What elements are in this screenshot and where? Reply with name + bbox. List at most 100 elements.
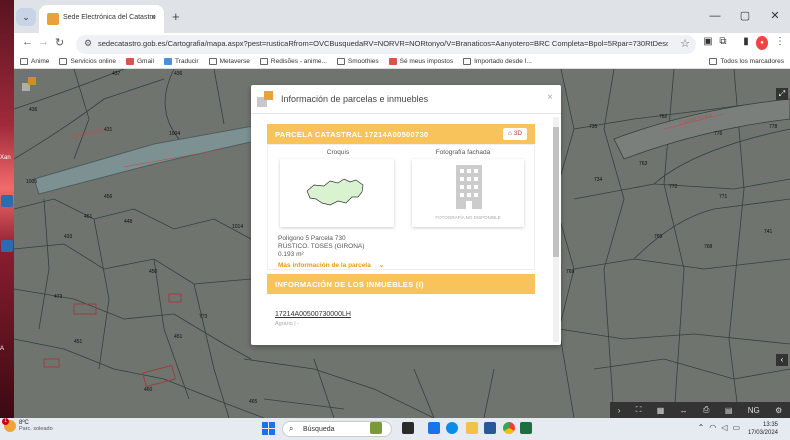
desktop-background: Xan A <box>0 0 14 418</box>
browser-window: ⌄ Sede Electrónica del Catastro × + — ▢ … <box>14 0 790 418</box>
bookmark-label: Redisões - anime... <box>270 58 327 65</box>
tab-bar: ⌄ Sede Electrónica del Catastro × + — ▢ … <box>14 0 790 33</box>
new-tab-button[interactable]: + <box>172 9 180 24</box>
taskbar-clock[interactable]: 13:35 17/03/2024 <box>748 421 778 437</box>
parcel-sketch[interactable] <box>280 159 394 227</box>
side-panel-icon[interactable]: ▮ <box>740 36 752 50</box>
desktop-label: A <box>0 346 5 352</box>
catastro-favicon-icon <box>47 13 59 25</box>
extension-icon[interactable]: ▣ <box>702 36 714 50</box>
maximize-button[interactable]: ▢ <box>730 0 760 33</box>
widget-app-icon[interactable] <box>370 422 382 434</box>
notification-badge: 1 <box>2 418 9 425</box>
bookmark-item[interactable]: Redisões - anime... <box>259 58 327 65</box>
folder-icon <box>336 58 345 65</box>
modal-body: PARCELA CATASTRAL 17214A00500730 ⌂ 3D Cr… <box>251 114 561 345</box>
folder-icon <box>208 58 217 65</box>
building-icon: ⌂ <box>507 130 512 137</box>
bookmark-item[interactable]: Smoothies <box>336 58 379 65</box>
facade-photo[interactable]: FOTOGRAFÍA NO DISPONIBLE <box>412 159 524 227</box>
fullscreen-icon[interactable]: ⤢ <box>776 88 788 100</box>
tab-title: Sede Electrónica del Catastro <box>63 14 156 21</box>
bookmark-item[interactable]: Servicios online <box>59 58 116 65</box>
map-side-toggle-icon[interactable]: ‹ <box>776 354 788 366</box>
chevron-down-icon: ⌄ <box>378 262 385 269</box>
windows-taskbar: 1 8ºC Parc. soleado ⌕ Búsqueda ⌃ ◠ ◁ ▭ 1… <box>0 418 790 440</box>
menu-dots-icon[interactable]: ⋮ <box>774 36 786 50</box>
mail-app-icon[interactable] <box>428 422 440 434</box>
fullscreen-tool-icon[interactable]: ⛶ <box>636 405 642 415</box>
bookmark-item[interactable]: Sé meus impostos <box>388 58 454 65</box>
bookmark-label: Todos los marcadores <box>720 58 784 65</box>
bookmark-star-icon[interactable]: ☆ <box>680 37 690 50</box>
excel-app-icon[interactable] <box>520 422 532 434</box>
ng-tool-button[interactable]: NG <box>748 406 760 415</box>
parcel-section-body: Croquis Fotografía fachada FOTOGRAFÍA NO… <box>267 144 535 270</box>
forward-arrow-icon[interactable]: → <box>38 36 49 48</box>
store-app-icon[interactable] <box>484 422 496 434</box>
minimize-button[interactable]: — <box>700 0 730 33</box>
bookmark-label: Metaverse <box>219 58 250 65</box>
bookmark-item[interactable]: Importado desde I... <box>463 58 532 65</box>
sketch-title: Croquis <box>326 149 350 156</box>
reload-icon[interactable]: ↻ <box>55 36 64 49</box>
clock-time: 13:35 <box>762 422 778 428</box>
legend-icon[interactable]: ▤ <box>725 406 733 415</box>
translate-icon <box>163 58 172 65</box>
start-windows-icon[interactable] <box>262 422 275 435</box>
parcel-section-header: PARCELA CATASTRAL 17214A00500730 ⌂ 3D <box>267 124 535 144</box>
bookmark-item[interactable]: Anime <box>20 58 49 65</box>
file-explorer-icon[interactable] <box>466 422 478 434</box>
parcel-shape-icon <box>306 178 364 206</box>
bookmark-label: Importado desde I... <box>474 58 532 65</box>
extensions-puzzle-icon[interactable]: ⧉ <box>717 36 729 50</box>
modal-scrollbar[interactable] <box>553 117 559 342</box>
desktop-shortcut-icon[interactable] <box>1 240 13 252</box>
estate-use: Agrario | - <box>275 321 300 327</box>
layers-icon[interactable]: ▦ <box>657 406 665 415</box>
parcel-info-modal: Información de parcelas e inmuebles × PA… <box>251 85 561 345</box>
photo-title: Fotografía fachada <box>435 149 491 156</box>
bookmark-item[interactable]: Traducir <box>163 58 199 65</box>
desktop-label: Xan <box>0 155 11 161</box>
measure-icon[interactable]: ↔ <box>680 406 688 415</box>
wifi-icon[interactable]: ◠ <box>709 423 716 432</box>
chevron-up-icon[interactable]: ⌃ <box>698 423 705 432</box>
site-info-icon[interactable]: ⚙ <box>84 38 92 49</box>
url-text[interactable]: sedecatastro.gob.es/Cartografia/mapa.asp… <box>98 39 668 48</box>
bookmark-item[interactable]: Gmail <box>125 58 154 65</box>
settings-icon[interactable]: ⚙ <box>775 406 782 415</box>
modal-header: Información de parcelas e inmuebles × <box>251 85 561 114</box>
parcel-reference-title: PARCELA CATASTRAL 17214A00500730 <box>275 130 429 139</box>
task-view-icon[interactable] <box>402 422 414 434</box>
search-icon: ⌕ <box>289 424 294 433</box>
address-bar[interactable]: ⚙ sedecatastro.gob.es/Cartografia/mapa.a… <box>76 35 696 54</box>
edge-browser-icon[interactable] <box>446 422 458 434</box>
tab-catastro[interactable]: Sede Electrónica del Catastro × <box>39 5 164 33</box>
print-icon[interactable]: ⎙ <box>703 405 709 415</box>
chrome-browser-icon[interactable] <box>503 422 515 434</box>
modal-close-icon[interactable]: × <box>547 92 553 103</box>
bookmark-label: Sé meus impostos <box>399 58 454 65</box>
scrollbar-thumb[interactable] <box>553 127 559 257</box>
window-controls: — ▢ ✕ <box>700 0 790 33</box>
desktop-shortcut-icon[interactable] <box>1 195 13 207</box>
battery-icon[interactable]: ▭ <box>732 423 740 432</box>
tab-close-icon[interactable]: × <box>151 12 156 22</box>
all-bookmarks[interactable]: Todos los marcadores <box>709 58 784 65</box>
weather-sun-icon: 1 <box>2 418 16 432</box>
estate-reference-link[interactable]: 17214A00500730000LH <box>275 311 351 318</box>
tab-search-button[interactable]: ⌄ <box>16 8 36 26</box>
folder-icon <box>20 58 28 65</box>
weather-widget[interactable]: 1 8ºC Parc. soleado <box>2 418 53 432</box>
more-parcel-info-link[interactable]: Más información de la parcela ⌄ <box>278 261 384 269</box>
view-3d-button[interactable]: ⌂ 3D <box>503 128 527 140</box>
back-arrow-icon[interactable]: ← <box>22 36 33 48</box>
close-window-button[interactable]: ✕ <box>760 0 790 33</box>
cadastral-map[interactable]: 437 436 DIAGNOSTICA 1005 431 1004 456 10… <box>14 69 790 418</box>
bookmark-item[interactable]: Metaverse <box>208 58 250 65</box>
parcel-area: 0.193 m² <box>278 251 304 258</box>
profile-avatar[interactable]: ● <box>756 36 768 50</box>
expand-icon[interactable]: › <box>618 406 621 415</box>
volume-icon[interactable]: ◁ <box>721 423 727 432</box>
